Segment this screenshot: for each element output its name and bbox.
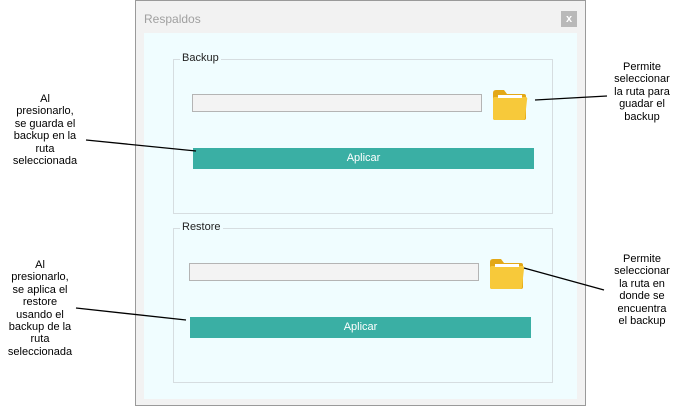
- window-title: Respaldos: [144, 12, 201, 26]
- backup-apply-button[interactable]: Aplicar: [193, 148, 534, 169]
- restore-apply-button[interactable]: Aplicar: [190, 317, 531, 338]
- restore-group: Restore Aplicar: [173, 221, 553, 383]
- title-bar[interactable]: Respaldos x: [136, 1, 585, 33]
- annotation-backup-apply: Al presionarlo, se guarda el backup en l…: [12, 93, 78, 168]
- folder-icon: [493, 90, 528, 120]
- close-button[interactable]: x: [561, 11, 577, 27]
- backup-folder-button[interactable]: [491, 87, 529, 121]
- restore-group-title: Restore: [180, 221, 223, 233]
- restore-folder-button[interactable]: [488, 256, 526, 290]
- close-icon: x: [565, 13, 573, 25]
- window-content: Backup Aplicar Restore Aplicar: [144, 33, 577, 399]
- folder-icon: [490, 259, 525, 289]
- annotation-restore-folder: Permite seleccionar la ruta en donde se …: [614, 253, 670, 328]
- annotation-backup-folder: Permite seleccionar la ruta para guadar …: [614, 61, 670, 123]
- restore-path-input[interactable]: [189, 263, 479, 281]
- backup-group: Backup Aplicar: [173, 52, 553, 214]
- backup-path-input[interactable]: [192, 94, 482, 112]
- annotation-restore-apply: Al presionarlo, se aplica el restore usa…: [7, 259, 73, 358]
- respaldos-window: Respaldos x Backup Aplicar Restore Aplic…: [135, 0, 586, 406]
- backup-group-title: Backup: [180, 52, 221, 64]
